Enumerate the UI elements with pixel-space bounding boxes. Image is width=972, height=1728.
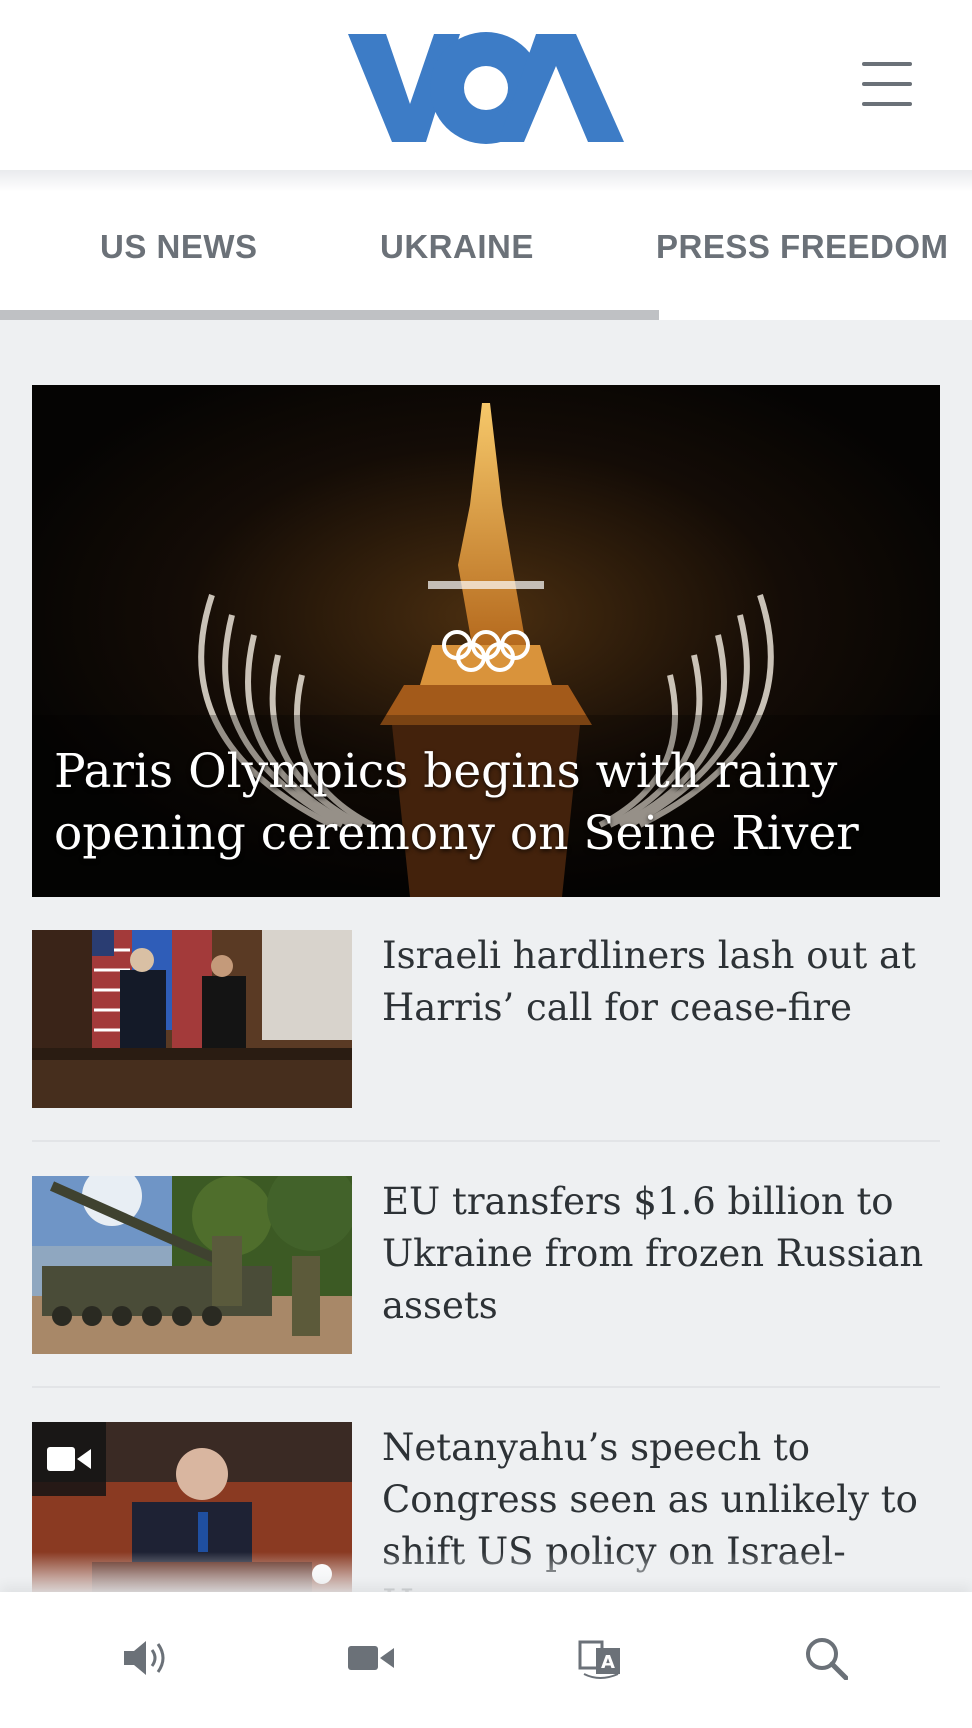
list-item[interactable]: Israeli hardliners lash out at Harris’ c…	[32, 930, 940, 1108]
video-camera-icon	[348, 1646, 394, 1670]
section-tabs: US NEWS UKRAINE PRESS FREEDOM	[0, 170, 972, 320]
hamburger-menu-icon[interactable]	[862, 62, 912, 106]
audio-button[interactable]	[116, 1628, 176, 1688]
article-headline[interactable]: Israeli hardliners lash out at Harris’ c…	[382, 930, 942, 1034]
video-button[interactable]	[342, 1628, 402, 1688]
video-badge	[32, 1422, 106, 1496]
list-item[interactable]: EU transfers $1.6 billion to Ukraine fro…	[32, 1176, 940, 1354]
audio-icon	[124, 1641, 165, 1675]
svg-text:A: A	[601, 1652, 615, 1673]
hero-article[interactable]: Paris Olympics begins with rainy opening…	[32, 385, 940, 897]
search-icon	[806, 1638, 848, 1680]
voa-logo[interactable]	[348, 30, 624, 146]
tab-us-news[interactable]: US NEWS	[100, 228, 258, 266]
article-thumbnail[interactable]	[32, 1176, 352, 1354]
search-button[interactable]	[796, 1628, 856, 1688]
video-camera-icon	[47, 1447, 91, 1471]
article-headline[interactable]: EU transfers $1.6 billion to Ukraine fro…	[382, 1176, 942, 1332]
divider	[32, 1386, 940, 1388]
article-thumbnail[interactable]	[32, 930, 352, 1108]
language-button[interactable]: A	[570, 1628, 630, 1688]
scroll-fade	[0, 1552, 972, 1592]
header-shadow	[0, 170, 972, 192]
bottom-navigation: A	[0, 1592, 972, 1728]
tab-press-freedom[interactable]: PRESS FREEDOM	[656, 228, 949, 266]
tab-ukraine[interactable]: UKRAINE	[380, 228, 534, 266]
tab-scroll-indicator[interactable]	[0, 310, 659, 320]
divider	[32, 1140, 940, 1142]
hero-headline[interactable]: Paris Olympics begins with rainy opening…	[54, 741, 914, 865]
header	[0, 0, 972, 170]
language-icon: A	[578, 1640, 620, 1679]
